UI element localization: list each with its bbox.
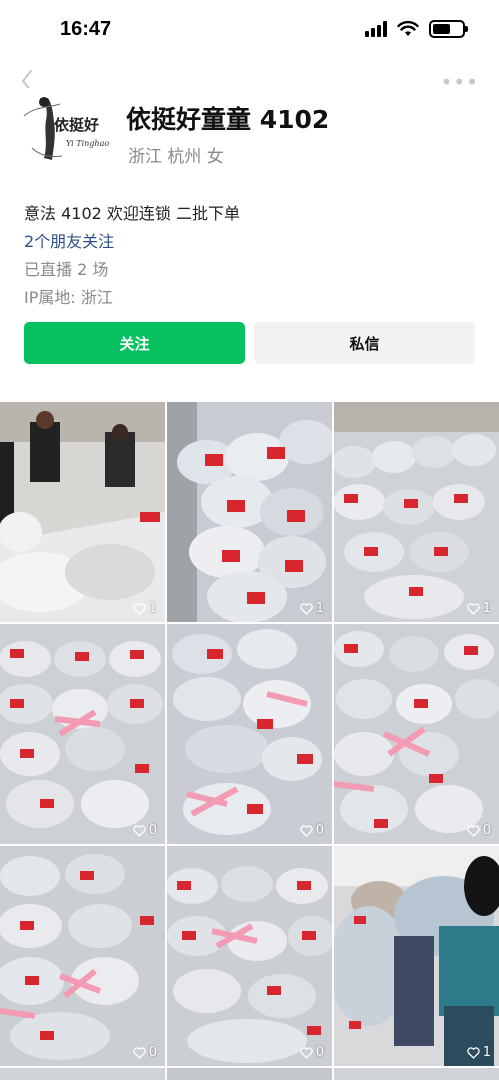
like-count: 0 (132, 823, 157, 838)
avatar[interactable]: 依挺好 Yi Tinghao (18, 88, 114, 174)
post-tile[interactable]: 0 (167, 846, 332, 1066)
post-tile[interactable]: 1 (0, 402, 165, 622)
post-tile[interactable]: 1 (334, 402, 499, 622)
like-count: 0 (466, 823, 491, 838)
post-thumbnail (0, 402, 165, 622)
heart-icon (299, 1046, 313, 1059)
like-count: 0 (132, 1045, 157, 1060)
profile-region: 浙江 杭州 女 (128, 147, 224, 167)
like-count: 1 (466, 1045, 491, 1060)
signal-icon (365, 21, 387, 37)
status-bar: 16:47 (0, 0, 499, 60)
avatar-logo-icon: 依挺好 Yi Tinghao (18, 88, 114, 174)
live-count: 已直播 2 场 (24, 260, 109, 279)
post-thumbnail (0, 624, 165, 844)
post-tile[interactable]: 0 (334, 624, 499, 844)
post-thumbnail (167, 402, 332, 622)
post-tile[interactable]: 0 (0, 624, 165, 844)
post-thumbnail (334, 846, 499, 1066)
svg-text:Yi Tinghao: Yi Tinghao (66, 139, 109, 148)
like-count: 0 (299, 1045, 324, 1060)
bio-description: 意法 4102 欢迎连锁 二批下单 (24, 204, 240, 223)
like-count: 1 (299, 601, 324, 616)
profile-actions: 关注 私信 (24, 322, 475, 364)
wifi-icon (397, 21, 419, 36)
post-thumbnail (167, 846, 332, 1066)
post-thumbnail (334, 402, 499, 622)
status-time: 16:47 (60, 18, 112, 40)
heart-icon (299, 824, 313, 837)
heart-icon (466, 824, 480, 837)
post-thumbnail (0, 846, 165, 1066)
profile-name: 依挺好童童 4102 (126, 105, 330, 134)
post-tile[interactable] (334, 1068, 499, 1080)
post-tile[interactable]: 1 (167, 402, 332, 622)
message-button[interactable]: 私信 (254, 322, 475, 364)
like-count: 0 (299, 823, 324, 838)
heart-icon (132, 824, 146, 837)
post-tile[interactable] (167, 1068, 332, 1080)
friends-following-link[interactable]: 2个朋友关注 (24, 228, 484, 256)
post-tile[interactable]: 0 (0, 846, 165, 1066)
heart-icon (466, 602, 480, 615)
post-tile[interactable]: 1 (334, 846, 499, 1066)
profile-header: 依挺好 Yi Tinghao 依挺好童童 4102 浙江 杭州 女 (18, 88, 478, 176)
heart-icon (299, 602, 313, 615)
posts-grid: 1 1 1 0 0 0 0 0 1 (0, 402, 499, 1080)
heart-icon (466, 1046, 480, 1059)
heart-icon (132, 1046, 146, 1059)
battery-icon (429, 20, 468, 38)
profile-bio: 意法 4102 欢迎连锁 二批下单 2个朋友关注 已直播 2 场 IP属地: 浙… (24, 200, 484, 312)
svg-text:依挺好: 依挺好 (54, 116, 99, 134)
like-count: 1 (466, 601, 491, 616)
post-tile[interactable] (0, 1068, 165, 1080)
ip-location: IP属地: 浙江 (24, 288, 113, 307)
post-thumbnail (167, 624, 332, 844)
like-count: 1 (132, 601, 157, 616)
post-thumbnail (334, 624, 499, 844)
follow-button[interactable]: 关注 (24, 322, 245, 364)
heart-icon (132, 602, 146, 615)
status-icons (365, 20, 468, 38)
post-tile[interactable]: 0 (167, 624, 332, 844)
